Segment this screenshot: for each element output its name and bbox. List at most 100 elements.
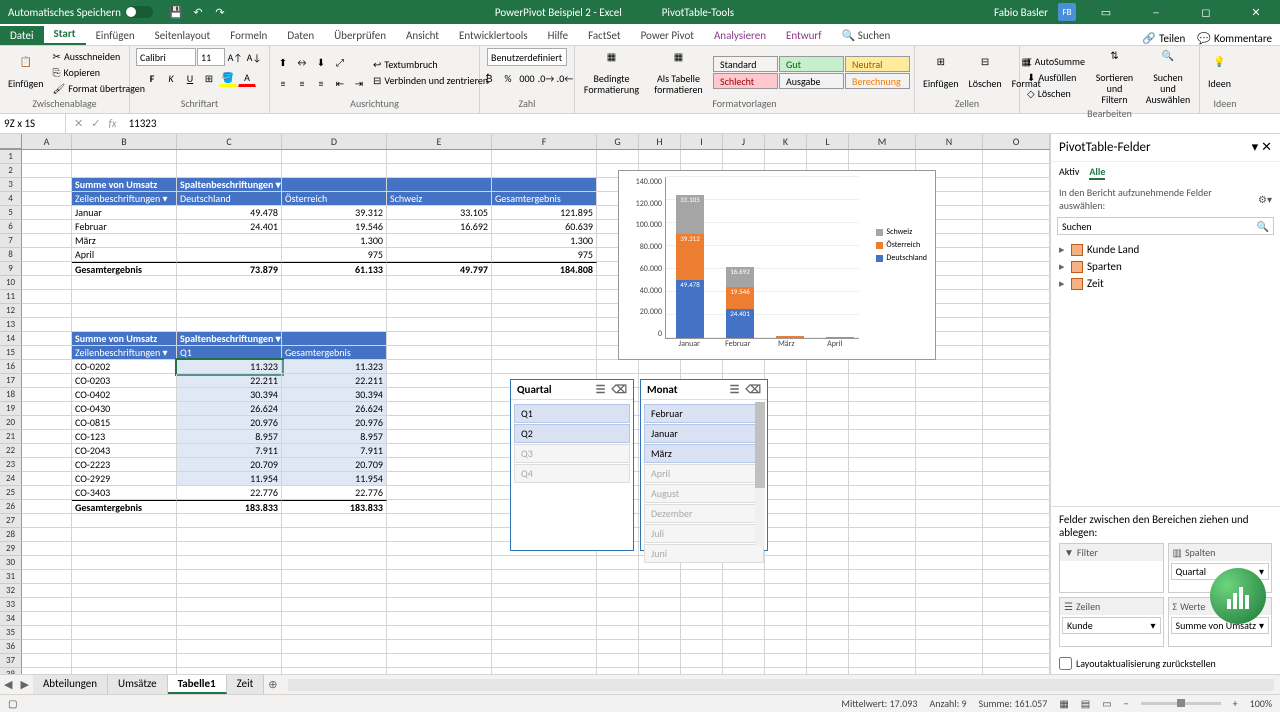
row-header[interactable]: 38 [0,668,22,674]
field-search-input[interactable]: Suchen🔍 [1057,217,1274,235]
row-header[interactable]: 22 [0,444,22,458]
cancel-formula-icon[interactable]: ✕ [74,117,83,130]
tab-review[interactable]: Überprüfen [324,26,396,45]
align-middle-icon[interactable]: ↔ [293,53,311,71]
row-header[interactable]: 31 [0,570,22,584]
slicer-item[interactable]: Q2 [514,424,630,443]
row-header[interactable]: 32 [0,584,22,598]
view-pagebreak-icon[interactable]: ▭ [1102,697,1111,710]
clear-button[interactable]: ◇ Löschen [1024,86,1088,101]
name-box[interactable]: 9Z x 1S [0,114,66,134]
save-icon[interactable]: 💾 [169,5,183,19]
horizontal-scrollbar[interactable] [288,679,1274,691]
formula-input[interactable]: 11323 [125,117,1280,130]
row-header[interactable]: 29 [0,542,22,556]
row-header[interactable]: 36 [0,640,22,654]
row-header[interactable]: 18 [0,388,22,402]
col-header[interactable]: I [681,134,723,149]
align-left-icon[interactable]: ≡ [274,74,292,92]
pivot-chart[interactable]: 140.000120.000100.00080.00060.00040.0002… [618,170,936,360]
row-header[interactable]: 27 [0,514,22,528]
field-table[interactable]: ▸Sparten [1059,258,1272,275]
row-header[interactable]: 1 [0,150,22,164]
row-header[interactable]: 14 [0,332,22,346]
col-header[interactable]: M [849,134,916,149]
share-button[interactable]: 🔗 Teilen [1142,32,1185,45]
insert-cells-button[interactable]: ⊞Einfügen [919,54,963,91]
fields-tab-alle[interactable]: Alle [1089,165,1105,180]
row-header[interactable]: 24 [0,472,22,486]
orientation-icon[interactable]: ⤢ [331,53,349,71]
tab-search[interactable]: 🔍 Suchen [832,26,901,45]
font-name-select[interactable] [136,48,196,66]
row-header[interactable]: 5 [0,206,22,220]
slicer-item[interactable]: Januar [644,424,764,443]
slicer-item[interactable]: Juli [644,524,764,543]
row-header[interactable]: 21 [0,430,22,444]
align-top-icon[interactable]: ⬆ [274,53,292,71]
fill-color-icon[interactable]: 🪣 [219,69,237,87]
row-header[interactable]: 34 [0,612,22,626]
find-select-button[interactable]: 🔍Suchen und Auswählen [1141,48,1195,107]
row-header[interactable]: 28 [0,528,22,542]
view-normal-icon[interactable]: ▦ [1059,697,1068,710]
row-header[interactable]: 26 [0,500,22,514]
col-header[interactable]: E [387,134,492,149]
minimize-icon[interactable]: ─ [1136,0,1176,24]
tab-data[interactable]: Daten [277,26,324,45]
italic-icon[interactable]: K [162,69,180,87]
slicer-item[interactable]: Juni [644,544,764,563]
row-header[interactable]: 8 [0,248,22,262]
slicer-quartal[interactable]: Quartal ☰⌫ Q1Q2Q3Q4 [510,379,634,551]
percent-icon[interactable]: % [499,69,517,87]
clear-filter-icon[interactable]: ⌫ [611,383,627,396]
align-right-icon[interactable]: ≡ [312,74,330,92]
slicer-item[interactable]: April [644,464,764,483]
redo-icon[interactable]: ↷ [213,5,227,19]
tab-help[interactable]: Hilfe [538,26,578,45]
sheet-tab[interactable]: Zeit [227,675,265,694]
inc-decimal-icon[interactable]: .0→ [537,69,555,87]
clear-filter-icon[interactable]: ⌫ [745,383,761,396]
row-header[interactable]: 19 [0,402,22,416]
zoom-level[interactable]: 100% [1250,697,1272,710]
zoom-slider[interactable] [1141,702,1221,705]
tab-developer[interactable]: Entwicklertools [449,26,538,45]
fill-button[interactable]: ⬇ Ausfüllen [1024,70,1088,85]
slicer-item[interactable]: Q1 [514,404,630,423]
slicer-monat[interactable]: Monat ☰⌫ FebruarJanuarMärzAprilAugustDez… [640,379,768,551]
accept-formula-icon[interactable]: ✓ [91,117,100,130]
tab-formulas[interactable]: Formeln [220,26,277,45]
col-header[interactable]: D [282,134,387,149]
col-header[interactable]: J [723,134,765,149]
row-header[interactable]: 25 [0,486,22,500]
wrap-text-button[interactable]: ↩ Textumbruch [370,57,491,72]
col-header[interactable]: K [765,134,807,149]
row-header[interactable]: 10 [0,276,22,290]
cond-format-button[interactable]: ▦Bedingte Formatierung [579,49,644,97]
tab-factset[interactable]: FactSet [578,26,631,45]
underline-icon[interactable]: U [181,69,199,87]
number-format-select[interactable] [487,48,567,66]
view-layout-icon[interactable]: ▤ [1081,697,1090,710]
field-table[interactable]: ▸Zeit [1059,275,1272,292]
style-berechnung[interactable]: Berechnung [845,73,910,89]
row-header[interactable]: 15 [0,346,22,360]
fx-icon[interactable]: fx [108,117,116,130]
row-header[interactable]: 7 [0,234,22,248]
pane-menu-icon[interactable]: ▾ ✕ [1252,140,1272,155]
slicer-scrollbar[interactable] [755,402,765,546]
sheet-nav-next[interactable]: ▶ [16,678,32,691]
style-gut[interactable]: Gut [779,56,844,72]
col-header[interactable]: H [639,134,681,149]
row-header[interactable]: 6 [0,220,22,234]
style-neutral[interactable]: Neutral [845,56,910,72]
row-header[interactable]: 30 [0,556,22,570]
slicer-item[interactable]: März [644,444,764,463]
slicer-item[interactable]: Februar [644,404,764,423]
defer-layout-checkbox[interactable] [1059,657,1072,670]
col-header[interactable]: A [22,134,72,149]
currency-icon[interactable]: ₿ [480,69,498,87]
row-header[interactable]: 35 [0,626,22,640]
shrink-font-icon[interactable]: A↓ [245,48,263,66]
